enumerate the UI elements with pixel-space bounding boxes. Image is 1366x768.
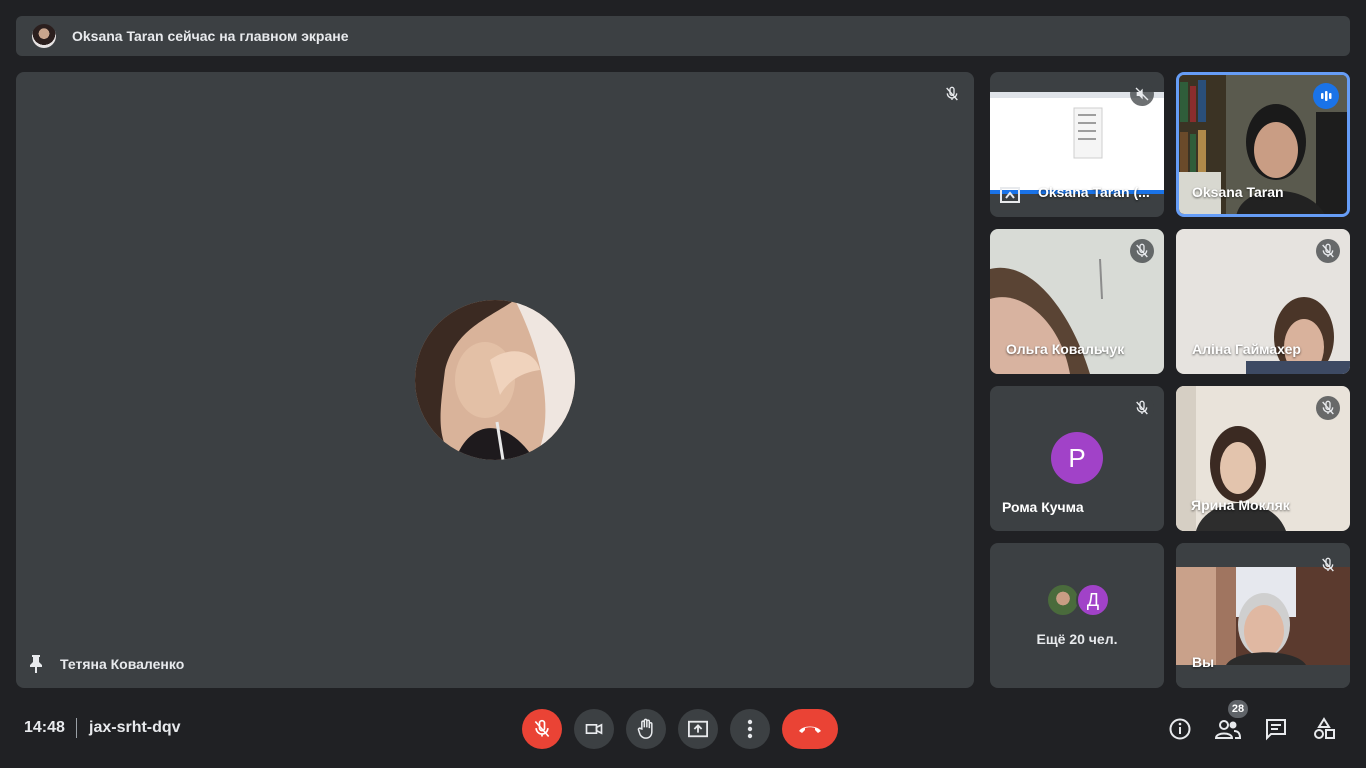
participant-tile[interactable]: Ольга Ковальчук [990, 229, 1164, 374]
participant-tile[interactable]: Oksana Taran (... [990, 72, 1164, 217]
tile-label: Ярина Мокляк [1191, 497, 1290, 513]
clock: 14:48 [24, 719, 65, 736]
present-screen-icon [688, 720, 708, 738]
mic-off-icon [1316, 239, 1340, 263]
more-options-button[interactable] [730, 709, 770, 749]
participants-button[interactable] [1214, 715, 1242, 743]
present-screen-icon [1000, 187, 1020, 203]
tile-label: Oksana Taran (... [1038, 184, 1150, 200]
mic-off-icon [1130, 396, 1154, 420]
chat-icon [1266, 719, 1286, 741]
speaker-avatar [415, 300, 575, 460]
camera-toggle-button[interactable] [574, 709, 614, 749]
hang-up-icon [799, 726, 821, 733]
meeting-code: jax-srht-dqv [89, 719, 181, 736]
more-participants-label: Ещё 20 чел. [1036, 631, 1118, 647]
activities-shapes-icon [1314, 717, 1335, 739]
people-icon [1215, 720, 1241, 739]
mic-off-icon [1130, 239, 1154, 263]
participant-tile-active[interactable]: Oksana Taran [1176, 72, 1350, 217]
letter-avatar: Р [1051, 432, 1103, 484]
chat-button[interactable] [1262, 715, 1290, 743]
letter-avatar: Д [1076, 583, 1110, 617]
main-stage-tile[interactable]: Тетяна Коваленко [16, 72, 974, 688]
speaker-off-icon [1130, 82, 1154, 106]
present-now-button[interactable] [678, 709, 718, 749]
speaker-name: Тетяна Коваленко [60, 656, 185, 672]
participant-tile[interactable]: Р Рома Кучма [990, 386, 1164, 531]
tile-label: Рома Кучма [1002, 499, 1084, 515]
mic-off-icon [1316, 396, 1340, 420]
more-vert-icon [747, 719, 753, 739]
tile-label: Вы [1192, 654, 1215, 670]
participant-tile[interactable]: Ярина Мокляк [1176, 386, 1350, 531]
tile-label: Ольга Ковальчук [1006, 341, 1125, 357]
tile-label: Аліна Гаймахер [1192, 341, 1301, 357]
self-tile[interactable]: Вы [1176, 543, 1350, 688]
tile-label: Oksana Taran [1192, 184, 1284, 200]
banner-text: Oksana Taran сейчас на главном экране [72, 28, 349, 44]
participants-count-badge: 28 [1228, 700, 1248, 718]
participant-avatar [1046, 583, 1080, 617]
presenter-avatar [32, 24, 56, 48]
participant-tile[interactable]: Аліна Гаймахер [1176, 229, 1350, 374]
microphone-toggle-button[interactable] [522, 709, 562, 749]
speaking-indicator-icon [1313, 83, 1339, 109]
camera-icon [585, 723, 603, 735]
leave-call-button[interactable] [782, 709, 838, 749]
activities-button[interactable] [1310, 715, 1338, 743]
info-icon [1169, 718, 1191, 740]
meeting-details-button[interactable] [1166, 715, 1194, 743]
mic-off-icon [534, 719, 550, 738]
mic-off-icon [940, 82, 964, 106]
control-bar: 14:48 jax-srht-dqv 28 [0, 700, 1366, 768]
mic-off-icon [1316, 553, 1340, 577]
raise-hand-button[interactable] [626, 709, 666, 749]
presentation-banner: Oksana Taran сейчас на главном экране [16, 16, 1350, 56]
divider [76, 718, 77, 738]
hand-icon [637, 718, 653, 739]
more-participants-tile[interactable]: Д Ещё 20 чел. [990, 543, 1164, 688]
pin-icon[interactable] [28, 654, 44, 674]
